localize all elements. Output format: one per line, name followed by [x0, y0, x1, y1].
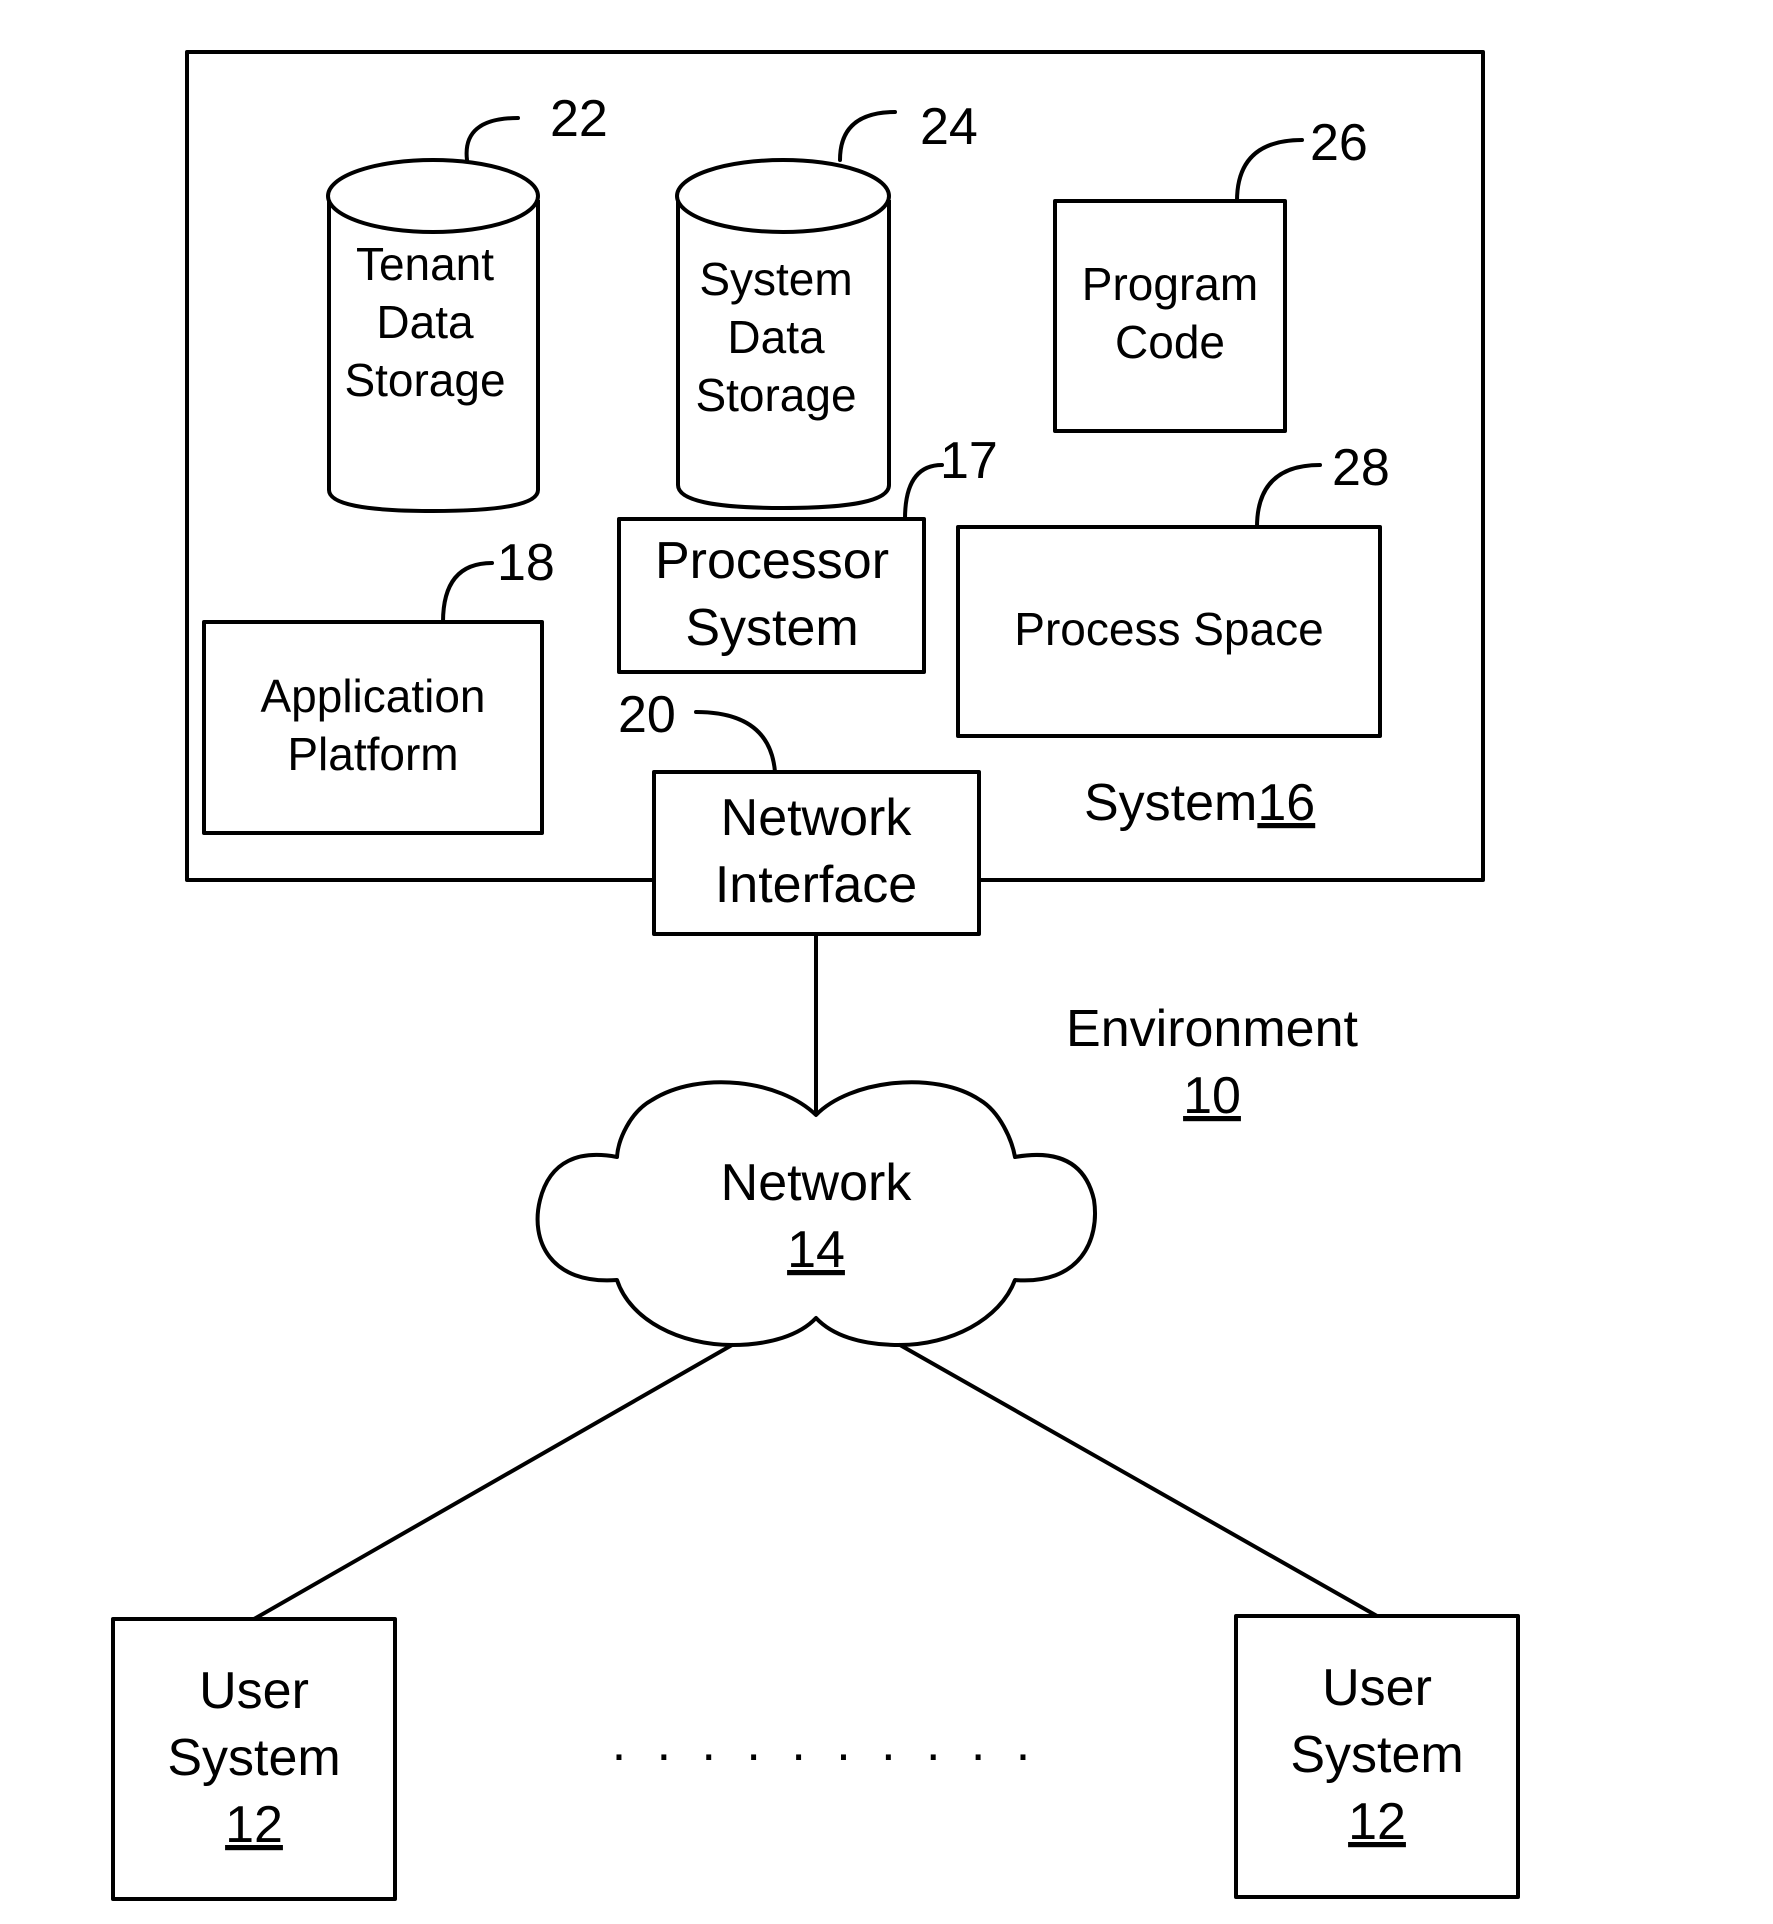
processor-system-label-line1: Processor	[655, 532, 889, 590]
network-interface-label-line2: Interface	[715, 856, 917, 914]
system-ds-cylinder-top	[675, 158, 891, 234]
application-platform-ref: 18	[497, 534, 555, 592]
tenant-cylinder-top	[326, 158, 540, 234]
program-code-ref: 26	[1310, 114, 1368, 172]
user-system-2-ref: 12	[1348, 1793, 1406, 1851]
network-interface-label-line1: Network	[721, 789, 913, 847]
application-platform-label-line2: Platform	[287, 728, 458, 780]
program-code-label-line1: Program	[1082, 258, 1258, 310]
environment-ref: 10	[1183, 1067, 1241, 1125]
system-ds-label-line2: Data	[727, 311, 825, 363]
network-label: Network	[721, 1154, 913, 1212]
user-system-1-label-line2: System	[167, 1729, 340, 1787]
environment-diagram: Tenant Data Storage 22 System Data Stora…	[111, 50, 1520, 1901]
user-system-2-label-line2: System	[1290, 1726, 1463, 1784]
user-system-1-ref: 12	[225, 1796, 283, 1854]
process-space-label: Process Space	[1014, 603, 1323, 655]
network-to-user-system-1-line	[252, 1343, 734, 1621]
process-space-ref: 28	[1332, 439, 1390, 497]
cloud-shape	[535, 1080, 1097, 1347]
network-to-user-system-2-line	[898, 1343, 1379, 1618]
svg-text:System16: System16	[1084, 774, 1315, 832]
tenant-label-line1: Tenant	[356, 238, 494, 290]
program-code-label-line2: Code	[1115, 316, 1225, 368]
user-system-2-label-line1: User	[1322, 1659, 1432, 1717]
network-interface-ref: 20	[618, 686, 676, 744]
processor-system-label-line2: System	[685, 599, 858, 657]
user-system-2: User System 12	[1234, 1614, 1520, 1899]
system-ds-ref: 24	[920, 98, 978, 156]
tenant-label-line3: Storage	[344, 354, 505, 406]
tenant-label-line2: Data	[376, 296, 474, 348]
system-ref: 16	[1257, 774, 1315, 832]
system-label-text: System	[1084, 774, 1257, 832]
tenant-ref: 22	[550, 90, 608, 148]
more-user-systems-ellipsis: . . . . . . . . . .	[612, 1714, 1039, 1772]
network-ref: 14	[787, 1221, 845, 1279]
processor-system-ref: 17	[940, 432, 998, 490]
system-label: System16	[1084, 774, 1315, 832]
application-platform-label-line1: Application	[260, 670, 485, 722]
user-system-1: User System 12	[111, 1617, 397, 1901]
environment-label: Environment	[1066, 1000, 1358, 1058]
system-ds-label-line1: System	[699, 253, 852, 305]
system-ds-label-line3: Storage	[695, 369, 856, 421]
user-system-1-label-line1: User	[199, 1662, 309, 1720]
network-cloud: Network 14	[535, 1080, 1097, 1347]
